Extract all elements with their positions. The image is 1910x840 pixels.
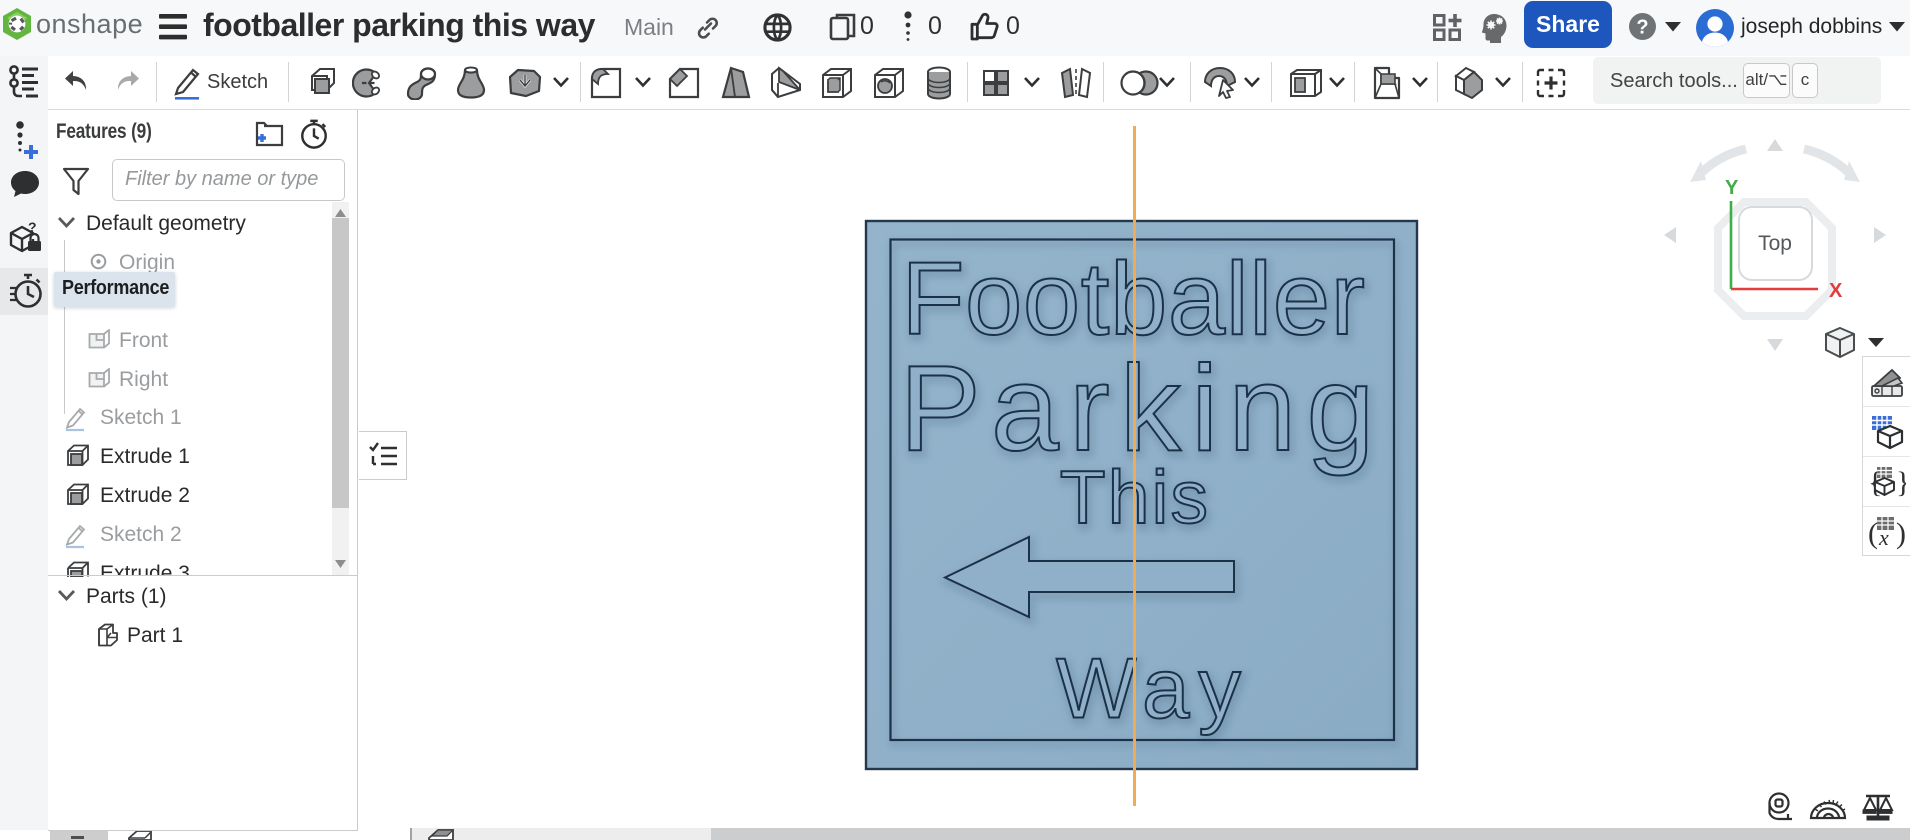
- svg-text:}: }: [1896, 466, 1906, 499]
- svg-text:?: ?: [1636, 17, 1648, 39]
- svg-text:Way: Way: [1056, 642, 1250, 737]
- svg-text:?: ?: [28, 221, 37, 235]
- svg-text:): ): [1896, 517, 1906, 550]
- svg-text:Y: Y: [1725, 177, 1739, 199]
- svg-text:(: (: [1868, 517, 1878, 550]
- svg-text:x: x: [1878, 525, 1889, 550]
- svg-text:Top: Top: [1758, 232, 1792, 255]
- svg-text:X: X: [1829, 280, 1843, 302]
